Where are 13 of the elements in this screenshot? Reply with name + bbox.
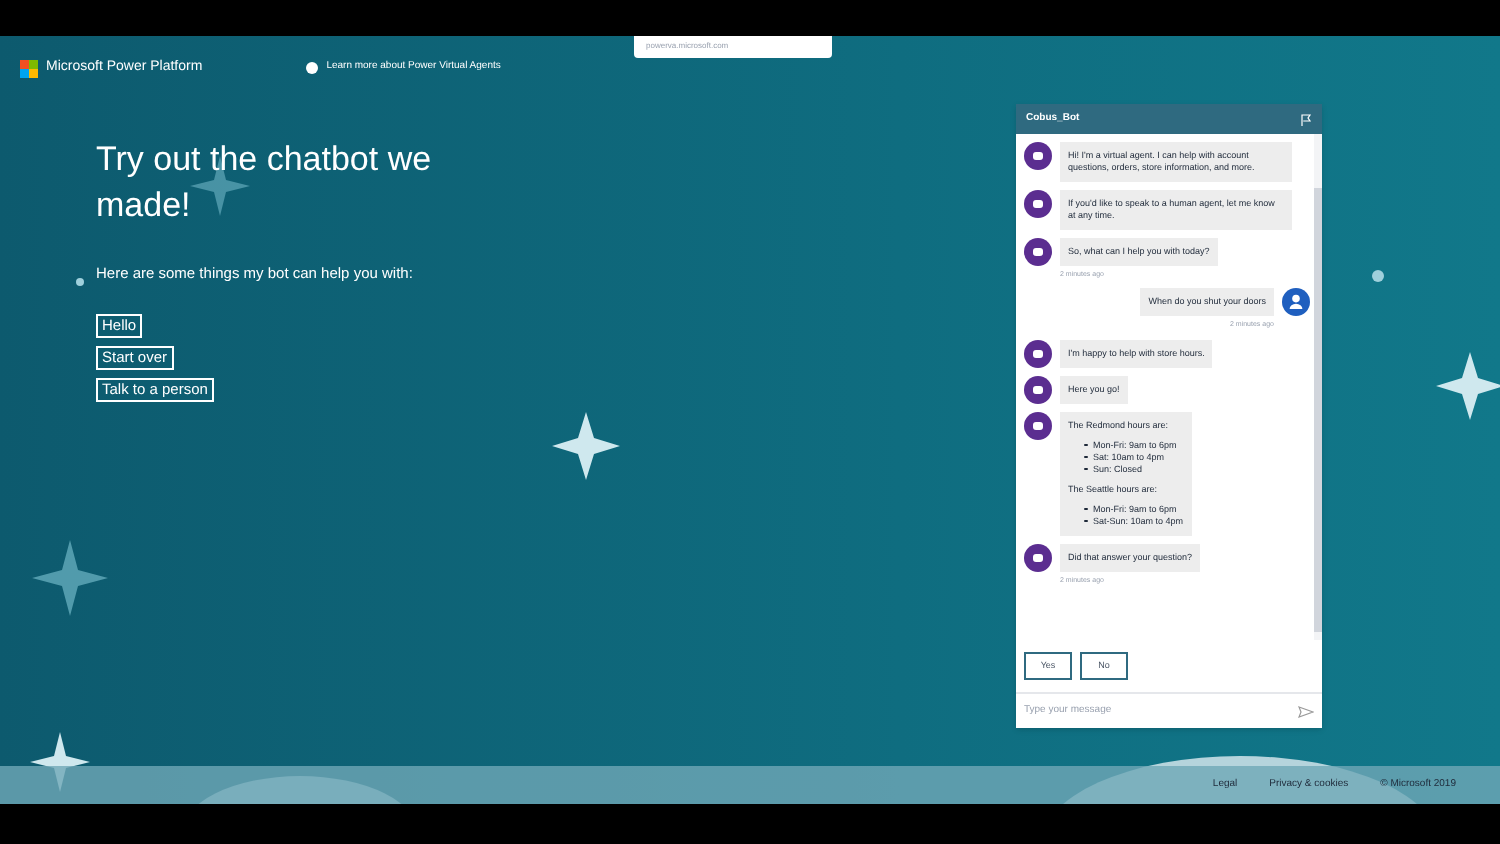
scrollbar[interactable] [1314,134,1322,640]
bot-avatar-icon [1024,375,1052,403]
bot-avatar-icon [1024,190,1052,218]
bot-avatar-icon [1024,339,1052,367]
bot-avatar-icon [1024,411,1052,439]
bot-avatar-icon [1024,142,1052,170]
logo-icon [20,59,38,77]
bot-avatar-icon [1024,543,1052,571]
flag-icon[interactable] [1300,113,1312,125]
user-avatar-icon [1282,288,1310,317]
hero-title: Try out the chatbot we made! [96,138,434,228]
bot-avatar-icon [1024,238,1052,266]
send-icon[interactable] [1298,705,1314,717]
